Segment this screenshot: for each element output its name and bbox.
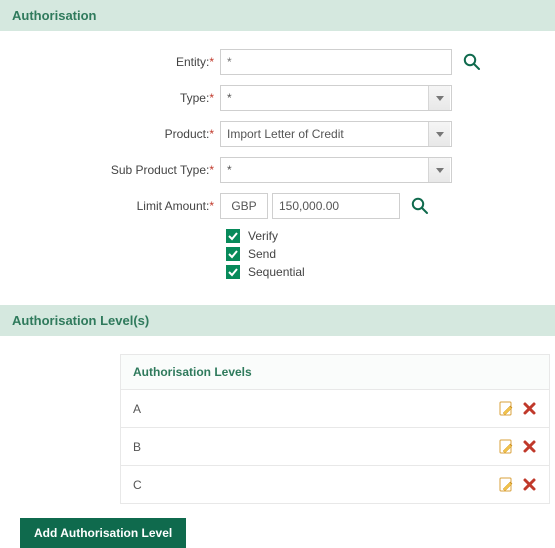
level-cell: B <box>133 440 141 454</box>
sub-product-type-select[interactable]: * <box>220 157 452 183</box>
sequential-label: Sequential <box>248 265 305 279</box>
entity-label: Entity:* <box>20 55 220 69</box>
table-row: B <box>121 428 549 466</box>
level-cell: C <box>133 478 142 492</box>
edit-icon[interactable] <box>498 438 514 455</box>
level-cell: A <box>133 402 141 416</box>
entity-input[interactable] <box>220 49 452 75</box>
delete-icon[interactable] <box>522 401 537 416</box>
verify-checkbox[interactable] <box>226 229 240 243</box>
levels-table: Authorisation Levels A B C <box>120 354 550 504</box>
product-select[interactable]: Import Letter of Credit <box>220 121 452 147</box>
levels-header: Authorisation Level(s) <box>0 305 555 336</box>
add-authorisation-level-button[interactable]: Add Authorisation Level <box>20 518 186 548</box>
search-icon[interactable] <box>410 196 430 216</box>
product-select-value: Import Letter of Credit <box>227 127 344 141</box>
type-label: Type:* <box>20 91 220 105</box>
levels-table-header: Authorisation Levels <box>121 355 549 390</box>
chevron-down-icon <box>428 86 450 110</box>
sub-product-type-label: Sub Product Type:* <box>20 163 220 177</box>
table-row: A <box>121 390 549 428</box>
type-select-value: * <box>227 91 232 105</box>
table-row: C <box>121 466 549 504</box>
currency-box[interactable]: GBP <box>220 193 268 219</box>
type-select[interactable]: * <box>220 85 452 111</box>
limit-amount-input[interactable] <box>272 193 400 219</box>
sequential-checkbox[interactable] <box>226 265 240 279</box>
send-label: Send <box>248 247 276 261</box>
delete-icon[interactable] <box>522 477 537 492</box>
edit-icon[interactable] <box>498 400 514 417</box>
authorisation-header: Authorisation <box>0 0 555 31</box>
edit-icon[interactable] <box>498 476 514 493</box>
verify-label: Verify <box>248 229 278 243</box>
sub-product-type-select-value: * <box>227 163 232 177</box>
search-icon[interactable] <box>462 52 482 72</box>
authorisation-form: Entity:* Type:* * Product:* Import Lette… <box>0 49 555 305</box>
delete-icon[interactable] <box>522 439 537 454</box>
send-checkbox[interactable] <box>226 247 240 261</box>
chevron-down-icon <box>428 122 450 146</box>
product-label: Product:* <box>20 127 220 141</box>
chevron-down-icon <box>428 158 450 182</box>
limit-amount-label: Limit Amount:* <box>20 199 220 213</box>
